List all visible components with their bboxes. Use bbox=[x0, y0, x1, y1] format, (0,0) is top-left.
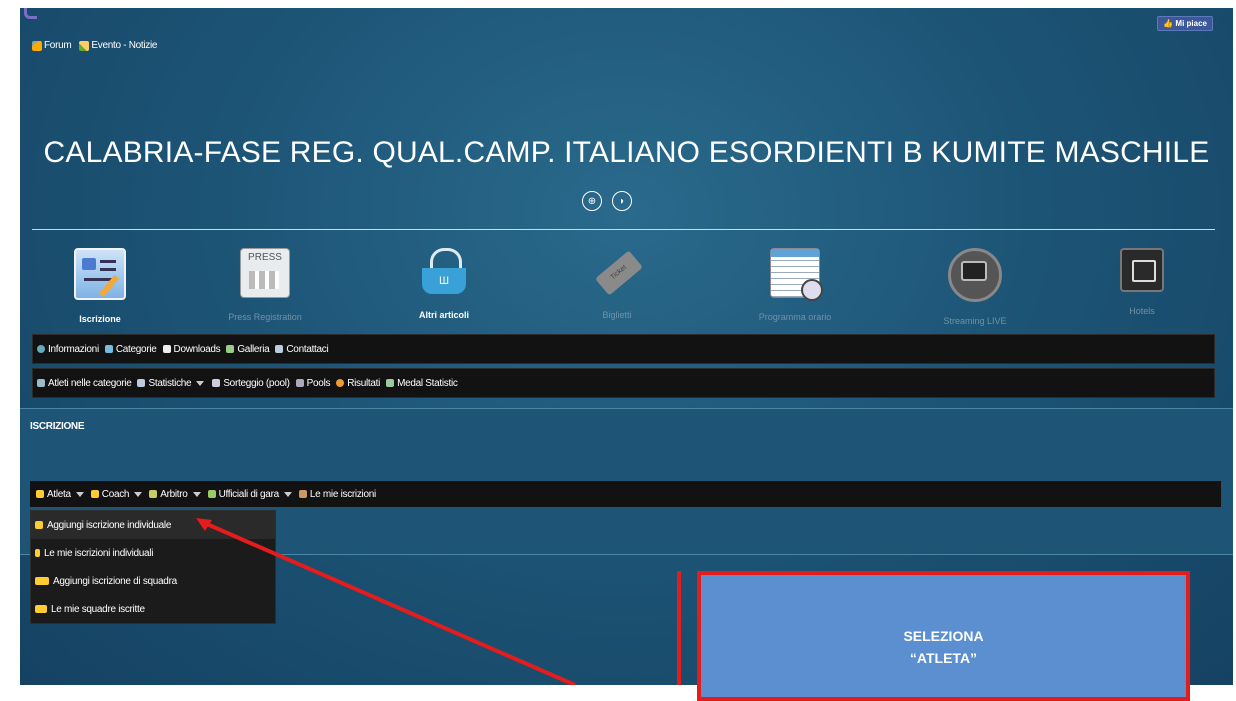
pointer-arrow bbox=[196, 518, 576, 685]
arrow-line bbox=[199, 519, 576, 685]
